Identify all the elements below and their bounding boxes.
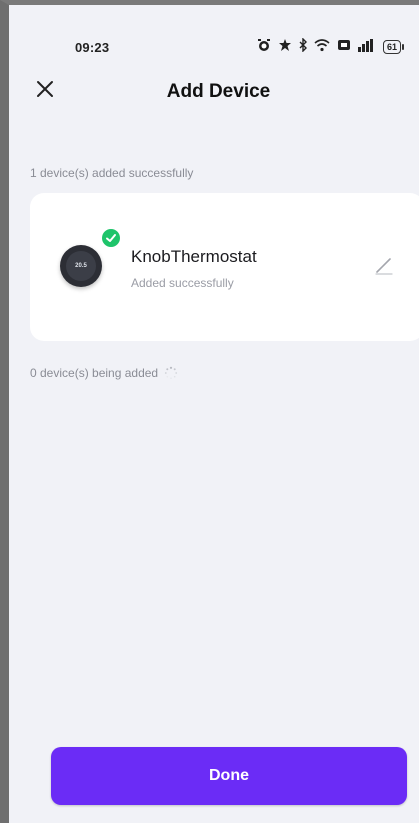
wifi-icon xyxy=(314,38,330,55)
adding-count-text: 0 device(s) being added xyxy=(30,366,159,380)
battery-level: 61 xyxy=(386,41,397,52)
page-title: Add Device xyxy=(166,81,271,102)
status-icons: 61 xyxy=(257,37,405,55)
done-button[interactable]: Done xyxy=(51,747,407,805)
thermostat-icon: 20.5 xyxy=(60,245,102,287)
loading-spinner-icon xyxy=(164,366,178,379)
nfc-icon xyxy=(337,39,351,54)
device-status: Added successfully xyxy=(131,276,234,290)
screen: 09:23 61 Add Device 1 device(s) added su… xyxy=(18,10,419,823)
thermostat-display-value: 20.5 xyxy=(75,263,87,269)
success-check-icon xyxy=(100,227,122,249)
adding-count-label: 0 device(s) being added xyxy=(30,366,178,380)
do-not-disturb-icon xyxy=(278,38,292,55)
bluetooth-icon xyxy=(299,37,307,55)
phone-frame: 09:23 61 Add Device 1 device(s) added su… xyxy=(0,0,419,823)
thermostat-dial: 20.5 xyxy=(66,251,96,281)
device-card[interactable]: 20.5 KnobThermostat Added successfully xyxy=(30,193,419,341)
header: Add Device xyxy=(18,70,419,110)
signal-icon xyxy=(357,38,376,55)
status-bar: 09:23 61 xyxy=(18,36,419,60)
alarm-icon xyxy=(257,38,271,55)
device-name: KnobThermostat xyxy=(131,247,257,266)
battery-icon: 61 xyxy=(382,39,405,54)
edit-name-button[interactable] xyxy=(372,253,396,277)
added-count-label: 1 device(s) added successfully xyxy=(30,166,194,180)
status-time: 09:23 xyxy=(75,40,110,55)
pencil-icon xyxy=(375,258,393,275)
